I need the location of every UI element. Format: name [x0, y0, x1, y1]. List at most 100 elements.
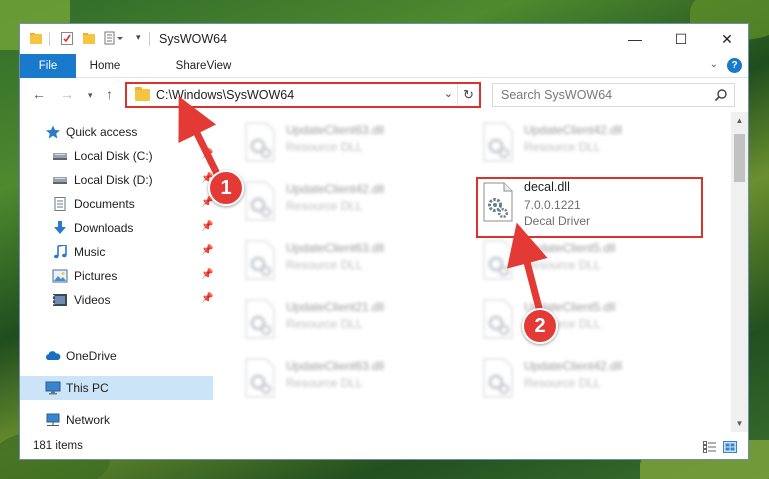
dll-file-icon	[245, 122, 275, 162]
dll-file-icon	[245, 240, 275, 280]
details-view-icon[interactable]	[703, 441, 717, 453]
file-type: Resource DLL	[524, 376, 601, 390]
file-name: UpdateClient42.dll	[524, 359, 623, 373]
sidebar-item-label: Downloads	[74, 221, 134, 235]
recent-locations-icon[interactable]: ▾	[88, 90, 93, 101]
sidebar-item-local-disk-d[interactable]: Local Disk (D:) 📌	[20, 168, 213, 192]
file-type: Resource DLL	[286, 317, 363, 331]
forward-arrow-icon[interactable]: →	[60, 86, 74, 102]
sidebar-item-local-disk-c[interactable]: Local Disk (C:) 📌	[20, 144, 213, 168]
dll-file-icon	[245, 358, 275, 398]
pin-icon[interactable]: 📌	[201, 149, 213, 160]
tab-home[interactable]: Home	[82, 54, 128, 78]
expand-ribbon-icon[interactable]: ⌄	[710, 59, 718, 70]
file-type: Resource DLL	[286, 376, 363, 390]
file-name: UpdateClient21.dll	[286, 300, 385, 314]
sidebar-item-label: Documents	[74, 197, 135, 211]
file-item[interactable]: UpdateClient5.dll Resource DLL	[478, 295, 698, 347]
help-button[interactable]: ?	[727, 58, 742, 73]
sidebar-item-label: Local Disk (C:)	[74, 149, 153, 163]
sidebar-item-label: OneDrive	[66, 349, 117, 363]
item-count: 181 items	[33, 440, 83, 452]
step-2-callout: 2	[522, 308, 558, 344]
sidebar-item-label: Pictures	[74, 269, 118, 283]
minimize-button[interactable]: —	[612, 24, 658, 54]
sidebar-item-onedrive[interactable]: OneDrive	[20, 344, 213, 368]
file-item[interactable]: UpdateClient42.dll Resource DLL	[240, 177, 460, 229]
dropdown-arrow-icon[interactable]: ▾	[136, 32, 141, 43]
pictures-icon	[52, 269, 68, 283]
file-type: Resource DLL	[286, 258, 363, 272]
sidebar-item-pictures[interactable]: Pictures 📌	[20, 264, 213, 288]
pin-icon[interactable]: 📌	[201, 293, 213, 304]
maximize-button[interactable]: ☐	[658, 24, 704, 54]
sidebar-item-label: Music	[74, 245, 106, 259]
sidebar-item-videos[interactable]: Videos 📌	[20, 288, 213, 312]
file-item[interactable]: UpdateClient63.dll Resource DLL	[240, 118, 460, 170]
file-item[interactable]: UpdateClient42.dll Resource DLL	[478, 118, 698, 170]
file-type: Resource DLL	[524, 140, 601, 154]
back-arrow-icon[interactable]: ←	[32, 86, 46, 102]
file-name: UpdateClient42.dll	[524, 123, 623, 137]
sidebar-item-documents[interactable]: Documents 📌	[20, 192, 213, 216]
sidebar-item-network[interactable]: Network	[20, 408, 213, 432]
file-highlight-box	[476, 177, 703, 238]
navigation-pane: Quick access Local Disk (C:) 📌 Local Dis…	[20, 112, 216, 432]
separator	[149, 32, 150, 46]
pin-icon[interactable]: 📌	[201, 221, 213, 232]
sidebar-item-quick-access[interactable]: Quick access	[20, 120, 213, 144]
title-bar: ▾ SysWOW64 — ☐ ✕	[20, 24, 748, 54]
scroll-up-icon[interactable]: ▲	[731, 112, 748, 129]
tiles-view-icon[interactable]	[723, 441, 737, 453]
file-name: UpdateClient63.dll	[286, 241, 385, 255]
properties-icon[interactable]	[60, 31, 74, 46]
drive-icon	[53, 153, 67, 160]
file-item[interactable]: UpdateClient21.dll Resource DLL	[240, 295, 460, 347]
network-icon	[46, 413, 60, 426]
computer-icon	[45, 381, 61, 395]
file-type: Resource DLL	[524, 258, 601, 272]
file-name: UpdateClient42.dll	[286, 182, 385, 196]
pin-icon[interactable]: 📌	[201, 269, 213, 280]
address-highlight-box	[125, 82, 481, 108]
search-icon[interactable]	[714, 88, 728, 102]
file-item[interactable]: UpdateClient5.dll Resource DLL	[478, 236, 698, 288]
dll-file-icon	[483, 299, 513, 339]
videos-icon	[53, 294, 67, 306]
up-arrow-icon[interactable]: ↑	[106, 86, 113, 102]
sidebar-item-label: This PC	[66, 381, 109, 395]
dll-file-icon	[483, 240, 513, 280]
scroll-down-icon[interactable]: ▼	[731, 415, 748, 432]
status-bar: 181 items	[20, 432, 748, 459]
sidebar-item-label: Network	[66, 413, 111, 427]
tab-file[interactable]: File	[20, 54, 76, 78]
close-button[interactable]: ✕	[704, 24, 748, 54]
documents-icon	[54, 197, 66, 211]
sidebar-item-this-pc[interactable]: This PC	[20, 376, 213, 400]
dll-file-icon	[245, 299, 275, 339]
search-box[interactable]	[492, 83, 735, 107]
dll-file-icon	[483, 358, 513, 398]
cloud-icon	[45, 351, 61, 360]
file-name: UpdateClient63.dll	[286, 359, 385, 373]
pin-icon[interactable]: 📌	[201, 245, 213, 256]
new-folder-icon[interactable]	[82, 31, 96, 45]
file-name: UpdateClient63.dll	[286, 123, 385, 137]
vertical-scrollbar[interactable]: ▲ ▼	[731, 112, 748, 432]
file-item[interactable]: UpdateClient63.dll Resource DLL	[240, 236, 460, 288]
separator	[49, 32, 50, 46]
file-item[interactable]: UpdateClient63.dll Resource DLL	[240, 354, 460, 406]
dll-file-icon	[483, 122, 513, 162]
sidebar-item-label: Local Disk (D:)	[74, 173, 153, 187]
scrollbar-thumb[interactable]	[734, 134, 745, 182]
file-item[interactable]: UpdateClient42.dll Resource DLL	[478, 354, 698, 406]
step-1-callout: 1	[208, 170, 244, 206]
sidebar-item-downloads[interactable]: Downloads 📌	[20, 216, 213, 240]
file-type: Resource DLL	[286, 199, 363, 213]
sidebar-item-music[interactable]: Music 📌	[20, 240, 213, 264]
search-input[interactable]	[493, 84, 703, 106]
customize-toolbar-icon[interactable]	[104, 31, 124, 45]
dll-file-icon	[245, 181, 275, 221]
tab-view[interactable]: View	[196, 54, 242, 78]
file-name: UpdateClient5.dll	[524, 241, 616, 255]
